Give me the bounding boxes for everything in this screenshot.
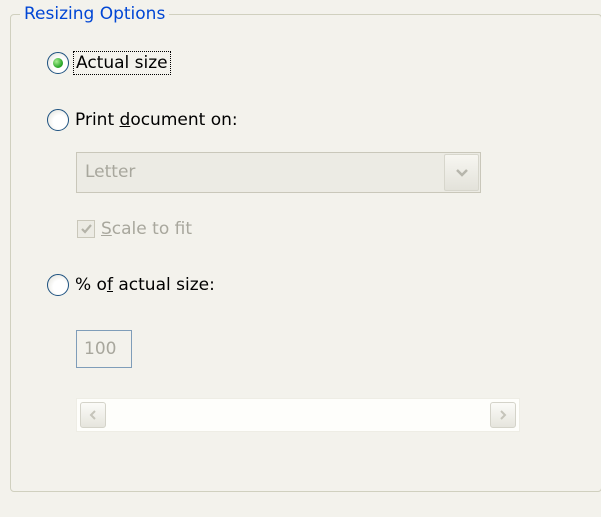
percent-of-actual-size-option[interactable]: % of actual size: <box>47 274 215 296</box>
scale-to-fit-option[interactable]: Scale to fit <box>77 219 192 239</box>
percent-of-actual-size-label[interactable]: % of actual size: <box>75 275 215 295</box>
paper-size-value: Letter <box>85 162 136 182</box>
actual-size-radio[interactable] <box>47 52 69 74</box>
scroll-left-button[interactable] <box>80 402 106 428</box>
scale-to-fit-label: Scale to fit <box>101 219 192 239</box>
actual-size-option[interactable]: Actual size <box>47 51 171 75</box>
print-document-on-option[interactable]: Print document on: <box>47 109 238 131</box>
scale-to-fit-checkbox[interactable] <box>77 220 95 238</box>
print-document-on-label[interactable]: Print document on: <box>75 110 238 130</box>
print-document-on-radio[interactable] <box>47 109 69 131</box>
paper-size-dropdown-button[interactable] <box>444 154 479 191</box>
percent-input[interactable]: 100 <box>76 330 132 368</box>
chevron-down-icon <box>455 168 468 177</box>
chevron-left-icon <box>89 410 96 420</box>
scroll-right-button[interactable] <box>490 402 516 428</box>
percent-of-actual-size-radio[interactable] <box>47 274 69 296</box>
chevron-right-icon <box>500 410 507 420</box>
radio-selected-dot <box>53 58 63 68</box>
actual-size-label[interactable]: Actual size <box>73 51 171 75</box>
paper-size-select[interactable]: Letter <box>76 152 481 193</box>
groupbox-title: Resizing Options <box>20 4 170 24</box>
percent-scrollbar[interactable] <box>76 398 520 432</box>
resizing-options-panel: Resizing Options Actual size Print docum… <box>0 0 601 517</box>
checkmark-icon <box>80 224 92 234</box>
